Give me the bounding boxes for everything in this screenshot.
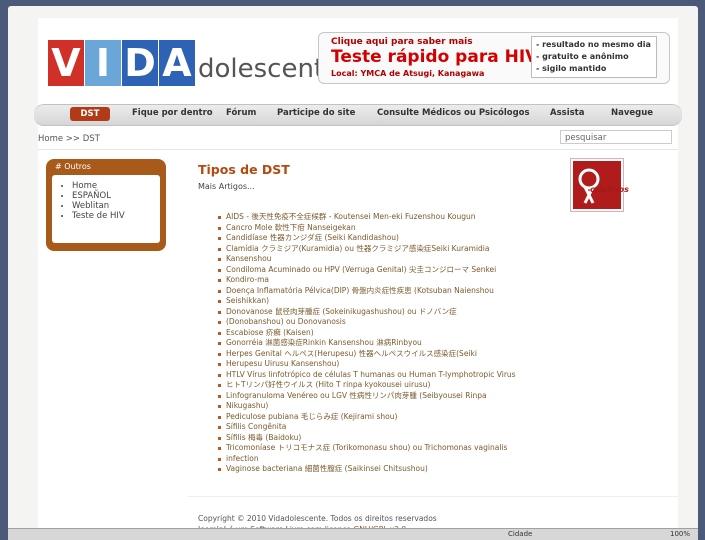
logo-letter-d: D (122, 40, 158, 86)
breadcrumb[interactable]: Home >> DST (38, 134, 100, 144)
article-link[interactable]: Gonorréia 淋菌感染症Rinkin Kansenshou 淋病Rinby… (218, 338, 548, 349)
sidebar-item-teste-hiv[interactable]: Teste de HIV (72, 211, 160, 221)
article-link[interactable]: Vaginose bacteriana 細菌性膣症 (Saikinsei Chi… (218, 464, 548, 475)
hiv-test-banner[interactable]: Clique aqui para saber mais Teste rápido… (318, 32, 670, 84)
status-zone: Cidade (508, 530, 533, 538)
article-link-cont[interactable]: ヒトTリンパ好性ウイルス (Hito T rinpa kyokousei uir… (218, 380, 548, 391)
article-link[interactable]: Cancro Mole 軟性下疳 Nanseigekan (218, 223, 548, 234)
hiv-feature: - sigilo mantido (536, 64, 607, 73)
sidebar-menu: Home ESPAÑOL Weblitan Teste de HIV (52, 175, 160, 243)
hiv-banner-features: - resultado no mesmo dia - gratuito e an… (531, 36, 657, 78)
footer-copyright: Copyright © 2010 Vidadolescente. Todos o… (198, 514, 437, 523)
article-link[interactable]: Sífilis 梅毒 (Baidoku) (218, 433, 548, 444)
article-link-cont[interactable]: (Donobanshou) ou Donovanosis (218, 317, 548, 328)
page-title: Tipos de DST (198, 162, 290, 177)
site-logo[interactable]: V I D A dolescente (48, 30, 340, 86)
article-list: AIDS - 後天性免疫不全症候群 - Koutensei Men-eki Fu… (218, 212, 548, 475)
sidebar-item-weblitan[interactable]: Weblitan (72, 201, 160, 211)
footer-divider (188, 496, 678, 497)
hiv-banner-top-text: Clique aqui para saber mais (331, 37, 473, 47)
sidebar-box: # Outros Home ESPAÑOL Weblitan Teste de … (46, 159, 166, 251)
zoom-level[interactable]: 100% (670, 530, 690, 538)
article-link[interactable]: Tricomoníase トリコモナス症 (Torikomonasu shou)… (218, 443, 548, 454)
divider (38, 149, 678, 150)
article-link[interactable]: Pediculose pubiana 毛じらみ症 (Kejirami shou) (218, 412, 548, 423)
sidebar-item-home[interactable]: Home (72, 181, 160, 191)
nav-item-navegue[interactable]: Navegue (611, 108, 653, 118)
article-link[interactable]: Doença Inflamatória Pélvica(DIP) 骨盤内炎症性疾… (218, 286, 548, 297)
article-link[interactable]: Donovanose 鼠径肉芽腫症 (Sokeinikugashushou) o… (218, 307, 548, 318)
article-link[interactable]: Condiloma Acuminado ou HPV (Verruga Geni… (218, 265, 548, 276)
article-link[interactable]: Sífilis Congênita (218, 422, 548, 433)
sidebar-item-espanol[interactable]: ESPAÑOL (72, 191, 160, 201)
article-link[interactable]: AIDS - 後天性免疫不全症候群 - Koutensei Men-eki Fu… (218, 212, 548, 223)
main-nav: DST Fique por dentro Fórum Participe do … (34, 104, 682, 126)
article-link[interactable]: Herpes Genital ヘルペス(Herupesu) 性器ヘルペスウイルス… (218, 349, 548, 360)
nav-item-forum[interactable]: Fórum (226, 108, 256, 118)
web-page: V I D A dolescente Clique aqui para sabe… (34, 18, 682, 534)
article-link[interactable]: Candidíase 性器カンジダ症 (Seiki Kandidashou) (218, 233, 548, 244)
logo-letter-i: I (85, 40, 121, 86)
nav-item-fique-por-dentro[interactable]: Fique por dentro (132, 108, 213, 118)
logo-letter-v: V (48, 40, 84, 86)
article-link[interactable]: HTLV Vírus linfotrópico de células T hum… (218, 370, 548, 381)
hiv-feature: - resultado no mesmo dia (536, 40, 651, 49)
browser-viewport: V I D A dolescente Clique aqui para sabe… (8, 6, 698, 534)
more-articles-label: Mais Artigos... (198, 182, 255, 191)
hiv-banner-title: Teste rápido para HIV (331, 47, 539, 67)
article-link-cont[interactable]: infection (218, 454, 548, 465)
nav-item-consulte[interactable]: Consulte Médicos ou Psicólogos (377, 108, 530, 118)
nav-item-participe[interactable]: Participe do site (277, 108, 355, 118)
sidebar-title: # Outros (55, 162, 91, 171)
search-input[interactable]: pesquisar (560, 130, 672, 144)
site-header: V I D A dolescente Clique aqui para sabe… (38, 18, 678, 93)
hiv-banner-location: Local: YMCA de Atsugi, Kanagawa (331, 69, 485, 78)
nav-item-dst[interactable]: DST (70, 107, 110, 121)
badge-label: criativos (590, 185, 629, 194)
article-link-cont[interactable]: Herupesu Uirusu Kansenshou) (218, 359, 548, 370)
article-link-cont[interactable]: Kondiro-ma (218, 275, 548, 286)
nav-item-assista[interactable]: Assista (550, 108, 584, 118)
article-link[interactable]: Linfogranuloma Venéreo ou LGV 性病性リンパ肉芽腫 … (218, 391, 548, 402)
criativos-badge[interactable]: criativos (570, 158, 629, 212)
hiv-feature: - gratuito e anônimo (536, 52, 629, 61)
article-link-cont[interactable]: Seishikkan) (218, 296, 548, 307)
article-link[interactable]: Escabiose 疥癬 (Kaisen) (218, 328, 548, 339)
browser-status-bar: Cidade 100% (8, 528, 698, 540)
article-link-cont[interactable]: Kansenshou (218, 254, 548, 265)
article-link-cont[interactable]: Nikugashu) (218, 401, 548, 412)
logo-letter-a: A (159, 40, 195, 86)
article-link[interactable]: Clamídia クラミジア(Kuramidia) ou 性器クラミジア感染症S… (218, 244, 548, 255)
